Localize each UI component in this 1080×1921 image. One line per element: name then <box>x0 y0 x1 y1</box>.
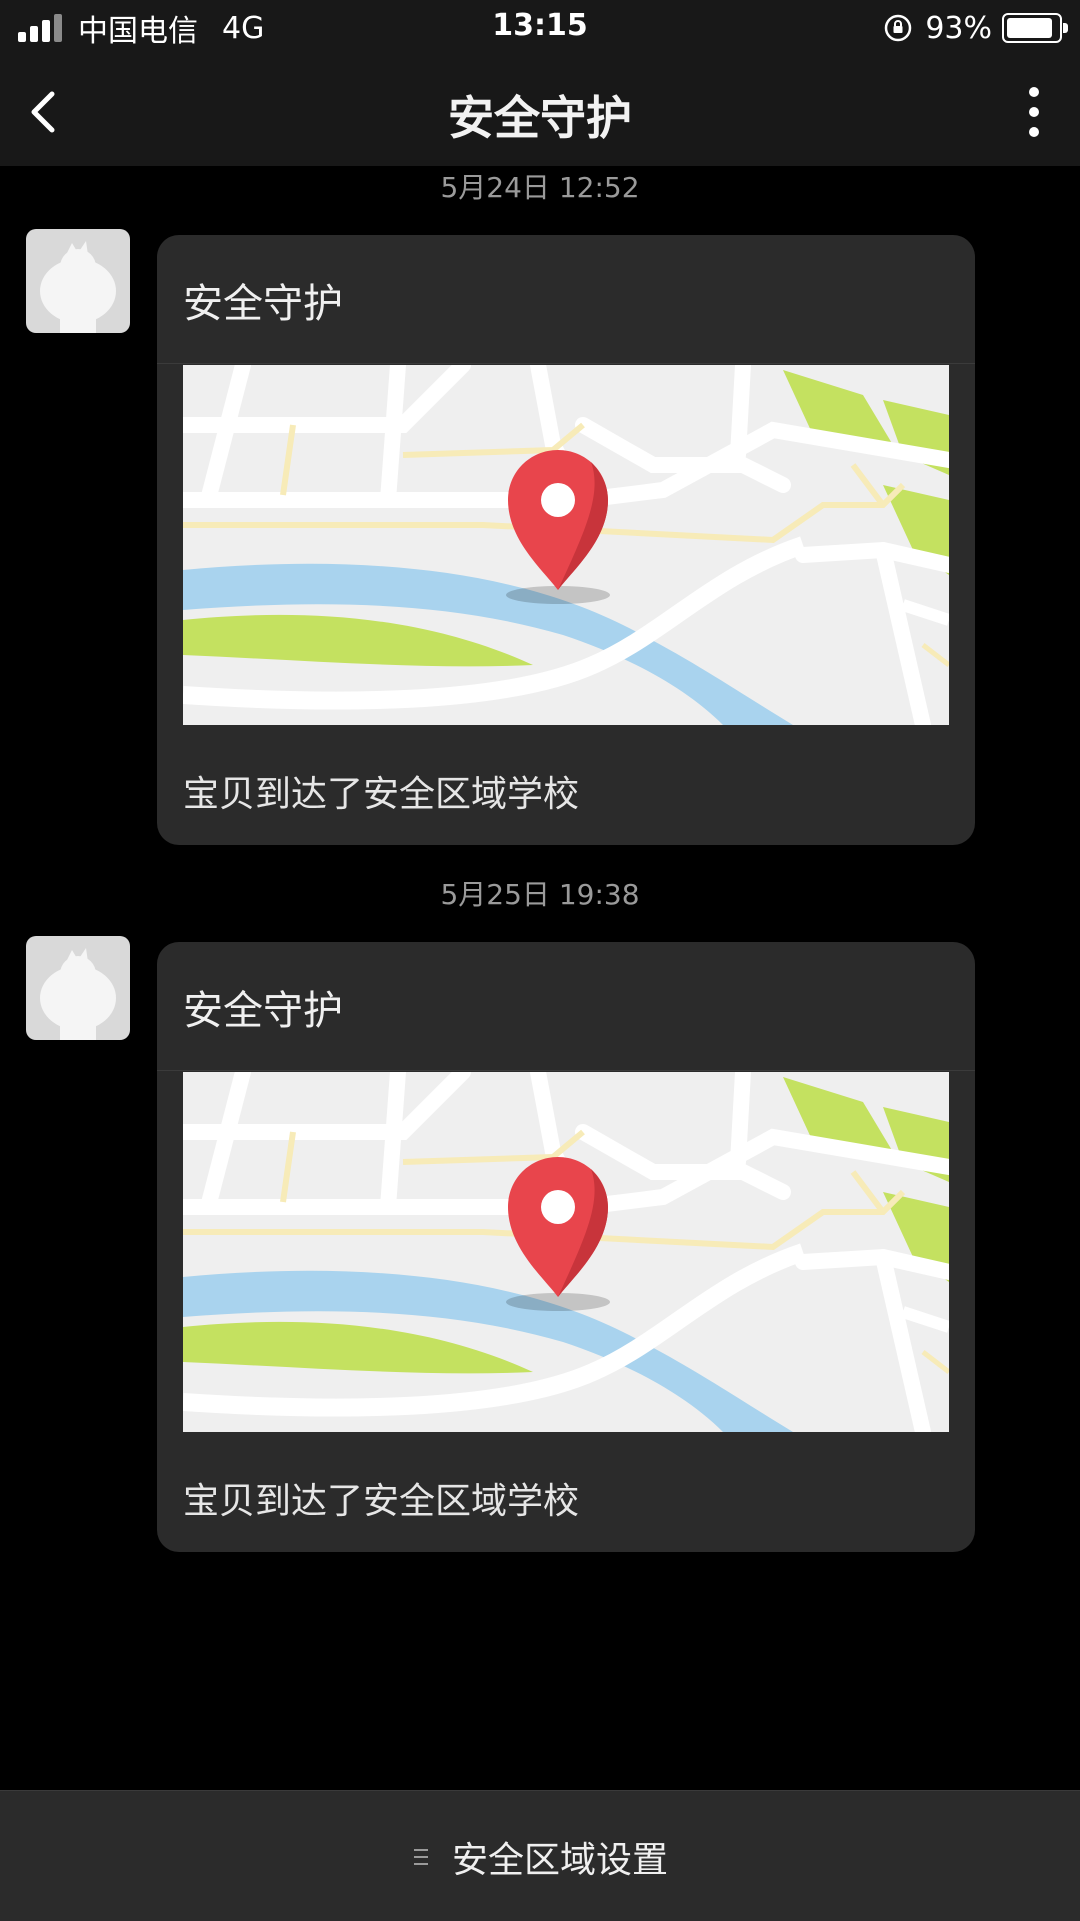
battery-fill <box>1007 18 1052 38</box>
card-header: 安全守护 <box>157 942 975 1071</box>
message-timestamp: 5月24日 12:52 <box>440 171 640 204</box>
page-title: 安全守护 <box>448 91 632 145</box>
battery-icon <box>1002 13 1068 43</box>
card-message-text: 宝贝到达了安全区域学校 <box>183 774 580 815</box>
more-vertical-icon[interactable] <box>1014 82 1054 142</box>
card-message-text: 宝贝到达了安全区域学校 <box>183 1481 580 1522</box>
message-card[interactable]: 安全守护 宝贝到达了安全区域学校 <box>157 942 975 1552</box>
rotation-lock-icon <box>885 14 912 42</box>
avatar[interactable] <box>26 229 130 333</box>
map-thumbnail[interactable] <box>183 1072 949 1432</box>
avatar-mascot-icon <box>40 948 116 1040</box>
card-title: 安全守护 <box>183 281 343 327</box>
battery-percent: 93% <box>925 10 992 46</box>
safe-zone-settings-label: 安全区域设置 <box>451 1840 668 1881</box>
navigation-bar: 安全守护 <box>0 56 1080 166</box>
status-right: 93% <box>883 8 1068 48</box>
bottom-bar: 安全区域设置 <box>0 1790 1080 1921</box>
avatar[interactable] <box>26 936 130 1040</box>
status-bar: 中国电信 4G 13:15 93% <box>0 0 1080 56</box>
card-header: 安全守护 <box>157 235 975 364</box>
menu-icon <box>413 1849 428 1865</box>
safe-zone-settings-button[interactable]: 安全区域设置 <box>0 1831 1080 1883</box>
message-card[interactable]: 安全守护 宝贝到达了安全区域学校 <box>157 235 975 845</box>
card-title: 安全守护 <box>183 988 343 1034</box>
map-thumbnail[interactable] <box>183 365 949 725</box>
avatar-mascot-icon <box>40 241 116 333</box>
message-timestamp: 5月25日 19:38 <box>440 878 640 911</box>
